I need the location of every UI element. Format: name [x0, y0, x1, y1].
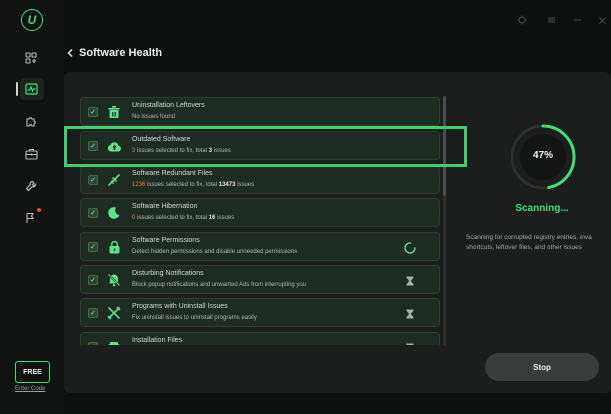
highlight-outline — [64, 126, 467, 167]
health-monitor-icon — [24, 83, 38, 95]
item-desc: 0 issues selected to fix, total 16 issue… — [132, 215, 234, 221]
scan-desc-line1: Scanning for corrupted registry entries,… — [466, 234, 592, 241]
item-desc: 1236 issues selected to fix, total 13473… — [132, 182, 254, 188]
package-icon — [106, 339, 122, 345]
lock-icon — [106, 239, 122, 255]
desc-text: issues selected to fix, total — [135, 215, 209, 221]
list-item-redundant-files[interactable]: ✓ Software Redundant Files 1236 issues s… — [80, 165, 440, 194]
progress-percent: 47% — [532, 150, 553, 161]
waiting-indicator — [401, 274, 419, 288]
desc-text: issues selected to fix, total — [145, 182, 219, 188]
waiting-indicator — [401, 307, 419, 321]
item-desc: Block popup notifications and unwanted A… — [132, 282, 307, 288]
toolbox-icon — [24, 148, 38, 160]
item-title: Programs with Uninstall Issues — [132, 303, 228, 310]
list-item-installation-files[interactable]: ✓ Installation Files — [80, 332, 440, 345]
item-checkbox[interactable]: ✓ — [88, 342, 98, 345]
free-button[interactable]: FREE — [15, 361, 50, 383]
total-count: 13473 — [218, 182, 236, 188]
target-icon — [517, 15, 527, 25]
scan-description: Scanning for corrupted registry entries,… — [466, 233, 611, 254]
app-logo: U — [21, 9, 43, 31]
item-title: Uninstallation Leftovers — [132, 102, 205, 109]
desc-text-end: issues — [235, 182, 255, 188]
scanning-spinner — [401, 241, 419, 255]
active-indicator — [16, 82, 18, 96]
back-button[interactable] — [66, 47, 74, 61]
apps-grid-icon — [25, 52, 37, 64]
item-desc: Detect hidden permissions and disable un… — [132, 249, 298, 255]
waiting-indicator — [401, 341, 419, 345]
page-title: Software Health — [79, 47, 163, 59]
item-checkbox[interactable]: ✓ — [88, 208, 98, 218]
wrench-icon — [25, 180, 37, 192]
sidebar-item-toolbox[interactable] — [22, 145, 40, 163]
selected-count: 1236 — [132, 182, 146, 188]
item-checkbox[interactable]: ✓ — [88, 242, 98, 252]
menu-button[interactable] — [545, 14, 557, 26]
hourglass-icon — [406, 309, 414, 319]
close-icon — [598, 16, 606, 24]
sidebar-item-apps[interactable] — [22, 49, 40, 67]
item-title: Disturbing Notifications — [132, 270, 204, 277]
hourglass-icon — [406, 343, 414, 345]
item-desc: No issues found — [132, 114, 176, 120]
chevron-left-icon — [67, 48, 73, 58]
close-button[interactable] — [596, 14, 608, 26]
list-item-uninstall-issues[interactable]: ✓ Programs with Uninstall Issues Fix uni… — [80, 298, 440, 327]
minimize-button[interactable] — [571, 14, 583, 26]
sidebar: U FREE Enter Code — [0, 0, 64, 414]
scan-desc-line2: shortcuts, leftover files, and other iss… — [466, 244, 582, 252]
item-desc: Fix uninstall issues to uninstall progra… — [132, 315, 257, 321]
target-button[interactable] — [516, 14, 528, 26]
item-title: Software Redundant Files — [132, 170, 213, 177]
menu-icon — [547, 17, 555, 23]
desc-text-end: issues — [215, 215, 235, 221]
sidebar-item-health[interactable] — [22, 80, 40, 98]
item-checkbox[interactable]: ✓ — [88, 175, 98, 185]
minimize-icon — [573, 19, 581, 21]
scan-status: Scanning... — [515, 203, 569, 214]
list-item-uninstallation-leftovers[interactable]: ✓ Uninstallation Leftovers No issues fou… — [80, 97, 440, 126]
broom-icon — [106, 172, 122, 188]
puzzle-icon — [26, 117, 36, 127]
moon-icon — [106, 205, 122, 221]
bell-off-icon — [106, 272, 122, 288]
list-item-permissions[interactable]: ✓ Software Permissions Detect hidden per… — [80, 232, 440, 261]
flag-icon — [26, 212, 34, 223]
item-checkbox[interactable]: ✓ — [88, 308, 98, 318]
enter-code-link[interactable]: Enter Code — [15, 386, 45, 392]
item-title: Software Permissions — [132, 237, 200, 244]
tools-icon — [106, 305, 122, 321]
item-title: Installation Files — [132, 337, 183, 344]
item-checkbox[interactable]: ✓ — [88, 275, 98, 285]
stop-button[interactable]: Stop — [485, 353, 599, 381]
item-title: Software Hibernation — [132, 203, 198, 210]
trash-icon — [106, 104, 122, 120]
item-checkbox[interactable]: ✓ — [88, 107, 98, 117]
list-item-hibernation[interactable]: ✓ Software Hibernation 0 issues selected… — [80, 198, 440, 227]
notification-dot — [37, 208, 41, 212]
sidebar-item-tools[interactable] — [22, 177, 40, 195]
list-item-notifications[interactable]: ✓ Disturbing Notifications Block popup n… — [80, 265, 440, 294]
hourglass-icon — [406, 276, 414, 286]
logo-letter: U — [27, 13, 37, 27]
spinner-icon — [404, 242, 416, 254]
sidebar-item-extensions[interactable] — [22, 112, 40, 130]
